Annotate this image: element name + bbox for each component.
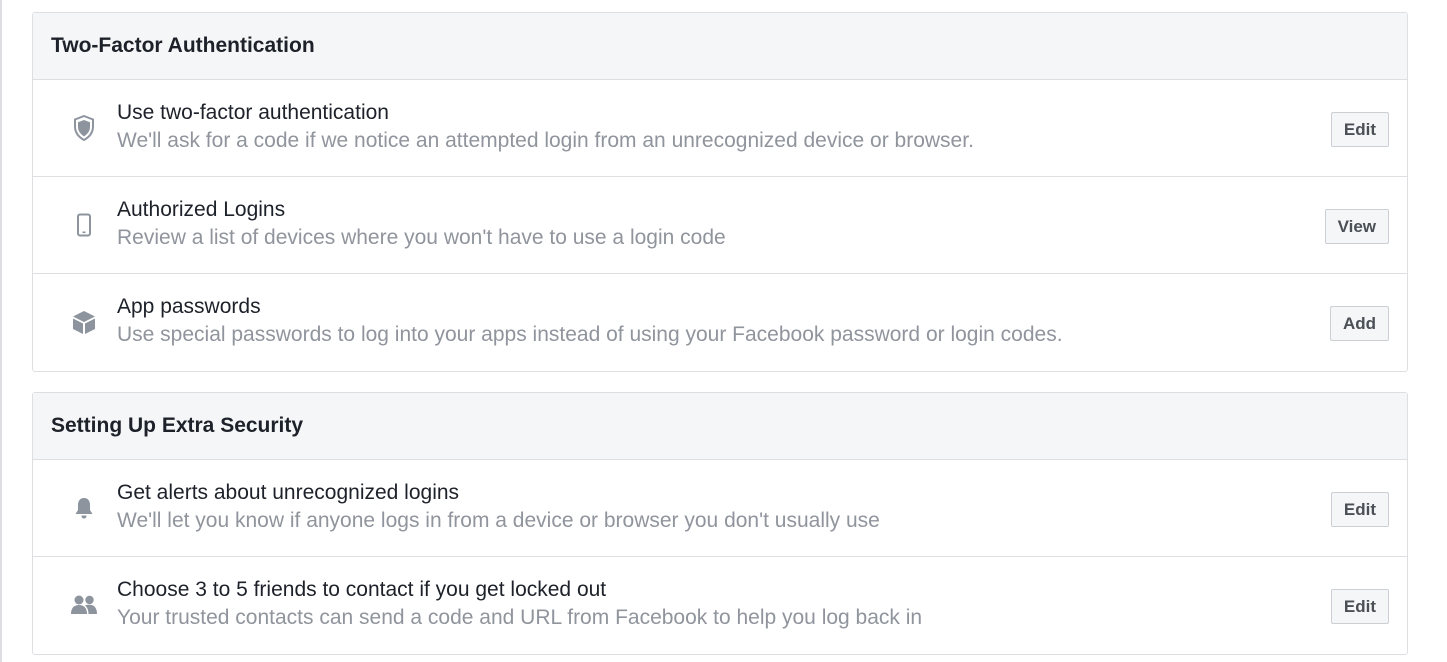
setting-row-two-factor: Use two-factor authentication We'll ask … bbox=[33, 80, 1407, 177]
setting-description: Review a list of devices where you won't… bbox=[117, 226, 726, 249]
add-app-password-button[interactable]: Add bbox=[1329, 306, 1389, 341]
section-header: Setting Up Extra Security bbox=[33, 393, 1407, 460]
section-extra-security: Setting Up Extra Security Get alerts abo… bbox=[32, 392, 1408, 655]
setting-title: Use two-factor authentication bbox=[117, 101, 389, 124]
view-authorized-logins-button[interactable]: View bbox=[1324, 209, 1389, 244]
setting-title: App passwords bbox=[117, 295, 261, 318]
phone-icon bbox=[69, 210, 99, 240]
setting-description: Use special passwords to log into your a… bbox=[117, 323, 1063, 346]
setting-title: Authorized Logins bbox=[117, 198, 286, 221]
shield-icon bbox=[69, 113, 99, 143]
friends-icon bbox=[69, 590, 99, 620]
edit-trusted-contacts-button[interactable]: Edit bbox=[1330, 589, 1389, 624]
setting-row-authorized-logins: Authorized Logins Review a list of devic… bbox=[33, 177, 1407, 274]
section-title: Setting Up Extra Security bbox=[51, 414, 304, 437]
section-header: Two-Factor Authentication bbox=[33, 13, 1407, 80]
security-settings-page: Two-Factor Authentication Use two-factor… bbox=[0, 0, 1447, 662]
setting-row-app-passwords: App passwords Use special passwords to l… bbox=[33, 274, 1407, 371]
section-title: Two-Factor Authentication bbox=[51, 34, 315, 57]
setting-row-login-alerts: Get alerts about unrecognized logins We'… bbox=[33, 460, 1407, 557]
box-icon bbox=[69, 307, 99, 337]
setting-title: Get alerts about unrecognized logins bbox=[117, 481, 460, 504]
setting-row-trusted-contacts: Choose 3 to 5 friends to contact if you … bbox=[33, 557, 1407, 654]
setting-description: We'll let you know if anyone logs in fro… bbox=[117, 509, 880, 532]
setting-description: Your trusted contacts can send a code an… bbox=[117, 606, 923, 629]
setting-description: We'll ask for a code if we notice an att… bbox=[117, 129, 974, 152]
edit-login-alerts-button[interactable]: Edit bbox=[1330, 492, 1389, 527]
setting-title: Choose 3 to 5 friends to contact if you … bbox=[117, 578, 607, 601]
section-two-factor-authentication: Two-Factor Authentication Use two-factor… bbox=[32, 12, 1408, 372]
edit-two-factor-button[interactable]: Edit bbox=[1330, 112, 1389, 147]
bell-icon bbox=[69, 493, 99, 523]
left-divider bbox=[0, 0, 2, 662]
